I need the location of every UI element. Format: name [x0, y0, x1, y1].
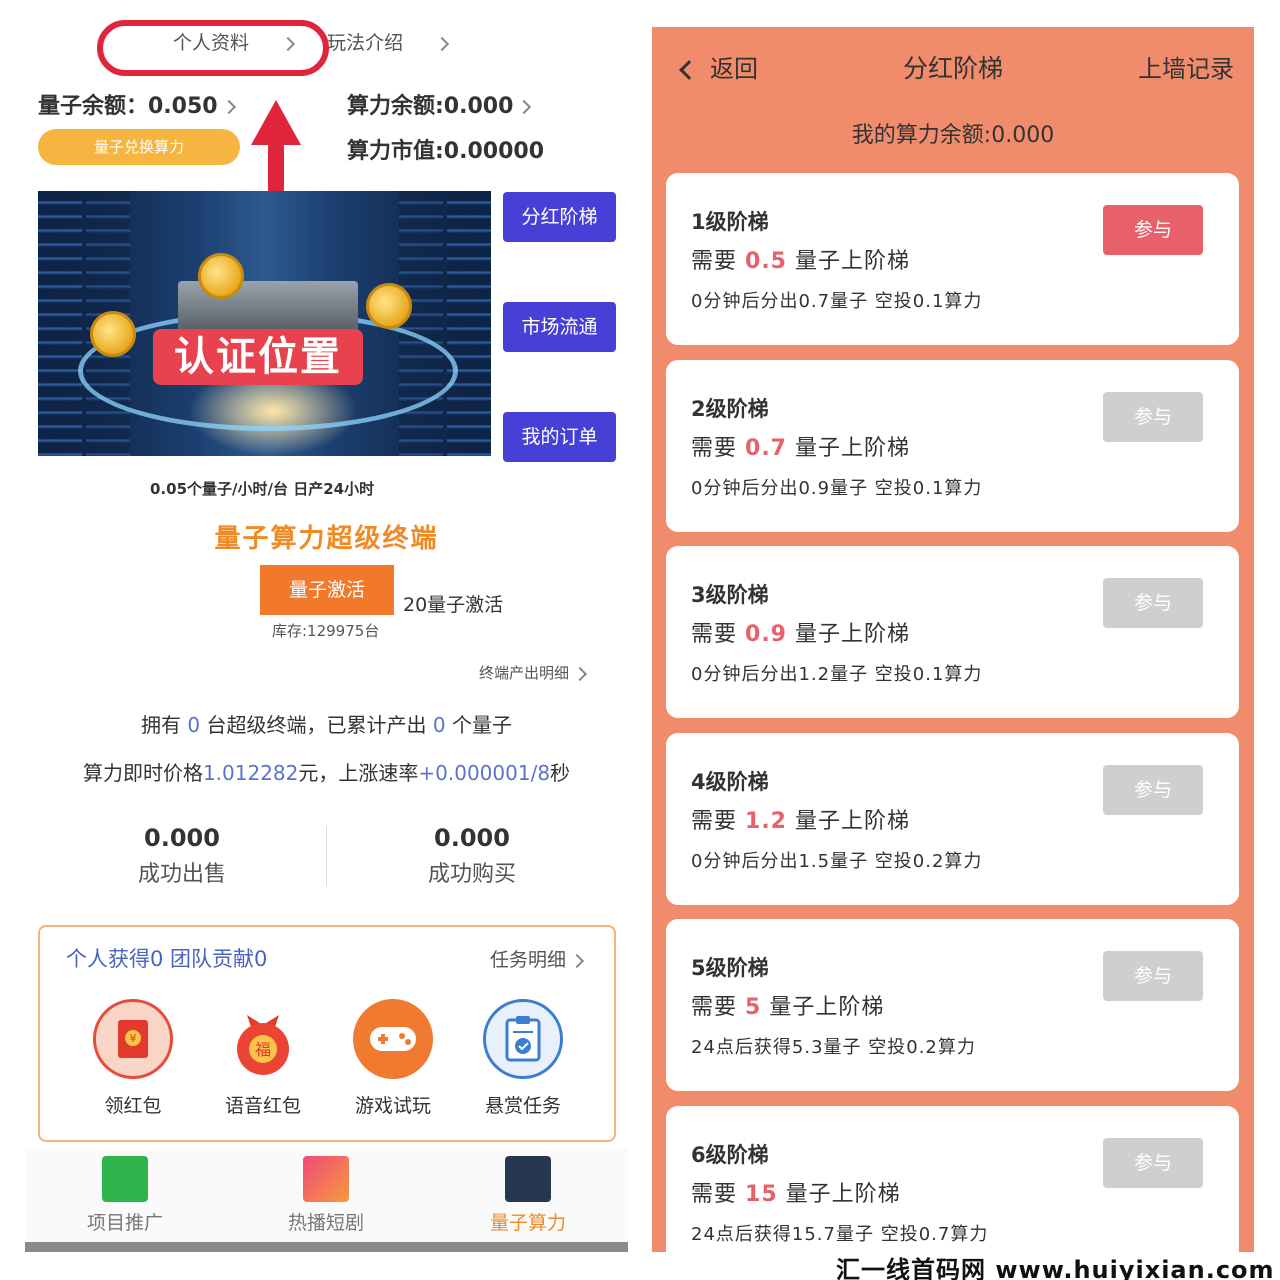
ladder-level: 2级阶梯: [691, 396, 769, 421]
red-envelope-icon: ¥: [93, 999, 173, 1079]
quantum-power-screen: 个人资料 玩法介绍 量子余额：0.050 算力余额:0.000 量子兑换算力 算…: [25, 0, 628, 1252]
ladder-requirement: 需要 0.9 量子上阶梯: [691, 622, 911, 647]
bought-stat: 0.000 成功购买: [427, 824, 516, 887]
market-circulation-button[interactable]: 市场流通: [503, 302, 616, 352]
coin-icon: [90, 311, 136, 357]
svg-text:福: 福: [255, 1040, 271, 1059]
task-panel: 个人获得0 团队贡献0 任务明细 ¥ 领红包 福 语音红包 游戏试玩 悬赏任务: [38, 925, 616, 1142]
activate-note: 20量子激活: [403, 594, 504, 616]
exchange-button[interactable]: 量子兑换算力: [38, 129, 240, 165]
wall-record-button[interactable]: 上墙记录: [1138, 49, 1234, 84]
verify-position-label: 认证位置: [153, 329, 363, 385]
required-amount: 0.9: [745, 622, 787, 647]
ladder-output: 0分钟后分出1.5量子 空投0.2算力: [691, 850, 983, 872]
dividend-ladder-button[interactable]: 分红阶梯: [503, 192, 616, 242]
ladder-output: 0分钟后分出0.9量子 空投0.1算力: [691, 477, 983, 499]
bottom-nav: 项目推广 热播短剧 量子算力: [25, 1148, 628, 1242]
required-amount: 1.2: [745, 808, 787, 834]
ladder-level: 4级阶梯: [691, 769, 769, 794]
sold-stat: 0.000 成功出售: [137, 824, 226, 887]
ladder-output: 0分钟后分出0.7量子 空投0.1算力: [691, 291, 983, 312]
video-icon: [303, 1156, 349, 1202]
required-amount: 15: [745, 1181, 778, 1207]
join-button[interactable]: 参与: [1103, 205, 1203, 255]
ladder-card: 5级阶梯需要 5 量子上阶梯 24点后获得5.3量子 空投0.2算力 参与: [666, 919, 1239, 1091]
ladder-card: 2级阶梯需要 0.7 量子上阶梯 0分钟后分出0.9量子 空投0.1算力 参与: [666, 359, 1239, 532]
ladder-output: 24点后获得15.7量子 空投0.7算力: [691, 1223, 989, 1245]
power-balance[interactable]: 算力余额:0.000: [347, 88, 532, 120]
quantum-balance[interactable]: 量子余额：0.050: [38, 88, 236, 120]
clipboard-icon: [483, 999, 563, 1079]
ladder-card: 6级阶梯需要 15 量子上阶梯 24点后获得15.7量子 空投0.7算力 参与: [666, 1105, 1239, 1252]
ad-icon: [102, 1156, 148, 1202]
nav-project-promotion[interactable]: 项目推广: [50, 1156, 200, 1235]
join-button[interactable]: 参与: [1103, 578, 1203, 628]
task-earnings: 个人获得0 团队贡献0: [66, 947, 268, 971]
chevron-right-icon: [221, 99, 236, 115]
task-game-trial[interactable]: 游戏试玩: [338, 999, 448, 1118]
required-amount: 5: [745, 995, 762, 1020]
system-nav-bar: [25, 1242, 628, 1252]
power-price: 1.012282: [202, 761, 299, 785]
activate-button[interactable]: 量子激活: [260, 565, 394, 615]
nav-quantum-power[interactable]: 量子算力: [453, 1156, 603, 1235]
owned-terminals-line: 拥有 0 台超级终端，已累计产出 0 个量子: [141, 713, 512, 737]
ladder-requirement: 需要 0.7 量子上阶梯: [691, 435, 911, 461]
ladder-output: 24点后获得5.3量子 空投0.2算力: [691, 1037, 976, 1058]
required-amount: 0.7: [745, 435, 787, 461]
stat-divider: [326, 826, 327, 886]
server-hero-image: 认证位置: [38, 191, 491, 456]
nav-short-drama[interactable]: 热播短剧: [251, 1156, 401, 1235]
task-detail-link[interactable]: 任务明细: [490, 945, 585, 972]
rise-rate: +0.000001/8: [418, 761, 551, 785]
required-amount: 0.5: [745, 249, 787, 274]
ladder-requirement: 需要 0.5 量子上阶梯: [691, 249, 911, 274]
fortune-bag-icon: 福: [223, 999, 303, 1079]
ladder-level: 5级阶梯: [691, 956, 769, 980]
chip-icon: [505, 1156, 551, 1202]
join-button[interactable]: 参与: [1103, 764, 1203, 815]
terminal-title: 量子算力超级终端: [214, 524, 439, 554]
power-market-value: 算力市值:0.00000: [347, 139, 545, 164]
ladder-output: 0分钟后分出1.2量子 空投0.1算力: [691, 664, 983, 685]
join-button[interactable]: 参与: [1103, 1137, 1203, 1188]
ladder-requirement: 需要 5 量子上阶梯: [691, 995, 885, 1020]
total-output: 0: [432, 713, 446, 737]
task-voice-red-envelope[interactable]: 福 语音红包: [208, 999, 318, 1118]
ladder-level: 6级阶梯: [691, 1142, 769, 1167]
ladder-card: 4级阶梯需要 1.2 量子上阶梯 0分钟后分出1.5量子 空投0.2算力 参与: [666, 732, 1239, 905]
my-power-balance: 我的算力余额:0.000: [851, 123, 1055, 148]
ladder-card: 1级阶梯需要 0.5 量子上阶梯 0分钟后分出0.7量子 空投0.1算力 参与: [666, 173, 1239, 345]
my-orders-button[interactable]: 我的订单: [503, 412, 616, 462]
production-rate: 0.05个量子/小时/台 日产24小时: [150, 480, 375, 498]
task-bounty[interactable]: 悬赏任务: [468, 999, 578, 1118]
terminal-output-detail-link[interactable]: 终端产出明细: [479, 662, 588, 683]
ladder-level: 1级阶梯: [691, 210, 769, 234]
chevron-right-icon: [517, 99, 532, 115]
chevron-right-icon: [435, 36, 450, 51]
annotation-oval: [97, 20, 329, 76]
chevron-right-icon: [572, 666, 588, 681]
rules-link[interactable]: 玩法介绍: [327, 32, 450, 54]
ladder-requirement: 需要 15 量子上阶梯: [691, 1181, 901, 1207]
ladder-requirement: 需要 1.2 量子上阶梯: [691, 808, 911, 834]
gamepad-icon: [353, 999, 433, 1079]
dividend-ladder-screen: 返回 分红阶梯 上墙记录 我的算力余额:0.000 1级阶梯 需要 0.5 量子上…: [652, 27, 1254, 1252]
svg-text:¥: ¥: [130, 1032, 137, 1045]
stock-count: 库存:129975台: [272, 622, 380, 640]
ladder-level: 3级阶梯: [691, 583, 769, 607]
owned-count: 0: [187, 713, 201, 737]
ladder-card: 3级阶梯需要 0.9 量子上阶梯 0分钟后分出1.2量子 空投0.1算力 参与: [666, 546, 1239, 718]
coin-icon: [366, 283, 412, 329]
chevron-right-icon: [569, 953, 585, 968]
join-button[interactable]: 参与: [1103, 391, 1203, 442]
join-button[interactable]: 参与: [1103, 951, 1203, 1001]
coin-icon: [198, 253, 244, 299]
watermark: 汇一线首码网 www.huiyixian.com: [836, 1256, 1275, 1280]
task-red-envelope[interactable]: ¥ 领红包: [78, 999, 188, 1118]
power-price-line: 算力即时价格1.012282元，上涨速率+0.000001/8秒: [82, 761, 571, 785]
